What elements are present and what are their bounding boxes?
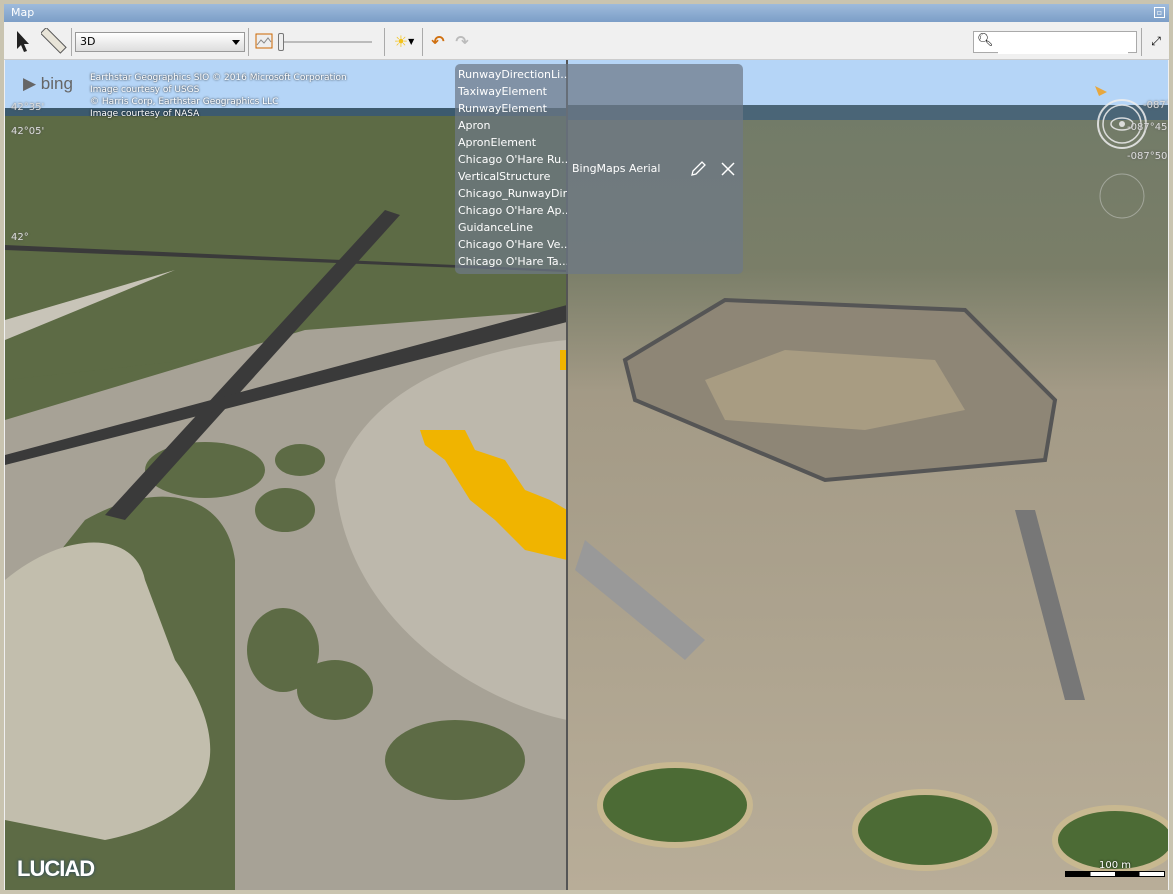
layer-panel: RunwayDirectionLi... TaxiwayElement Runw… [455,64,743,274]
layer-item[interactable]: Chicago O'Hare Ta... [455,253,567,270]
lighting-button[interactable]: ☀ ▼ [390,28,418,54]
luciad-logo: LUCIAD [17,856,95,881]
sun-icon: ☀ [393,31,409,51]
lat-label: 42°35' [11,102,45,113]
view-mode-value: 3D [80,35,96,48]
layer-item[interactable]: Chicago O'Hare Ve... [455,236,567,253]
layer-item[interactable]: Chicago_RunwayDir... [455,185,567,202]
layer-item[interactable]: Apron [455,117,567,134]
undo-button[interactable]: ↶ [428,28,448,54]
lon-label: -087°50' [1127,151,1168,162]
lat-label: 42° [11,232,29,243]
chevron-down-icon: ▼ [408,36,415,46]
expand-icon: ⤢ [1151,33,1161,48]
redo-button[interactable]: ↷ [452,28,472,54]
elevation-slider-thumb[interactable] [278,33,284,51]
map-window: Map ▫ 3D ☀ ▼ ↶ ↷ 🔍︎ ⤢ ▶ bing Earthstar G… [0,0,1173,894]
layer-item[interactable]: Chicago O'Hare Ru... [455,151,567,168]
search-field[interactable]: 🔍︎ [973,31,1137,54]
search-input[interactable] [998,34,1128,54]
close-icon[interactable] [719,160,737,178]
search-icon: 🔍︎ [977,33,994,48]
scale-bar-graphic [1065,871,1165,877]
title-bar: Map ▫ [4,4,1169,22]
chevron-down-icon [232,40,240,45]
terrain-exaggeration-icon [255,33,273,49]
elevation-slider-track[interactable] [282,41,372,43]
layer-item[interactable]: GuidanceLine [455,219,567,236]
layer-item[interactable]: ApronElement [455,134,567,151]
measure-tool-button[interactable] [40,28,68,54]
pencil-icon[interactable] [689,160,707,178]
map-view[interactable]: ▶ bing Earthstar Geographics SIO © 2016 … [5,60,1168,890]
arrow-icon [17,31,29,52]
active-layer-label: BingMaps Aerial [572,162,661,175]
layer-item[interactable]: RunwayDirectionLi... [455,66,567,83]
scale-bar: 100 m [1065,860,1165,877]
fullscreen-button[interactable]: ⤢ [1146,28,1166,54]
redo-icon: ↷ [455,31,469,51]
ruler-icon [41,28,67,54]
select-tool-button[interactable] [12,28,34,54]
lat-label: 42°05' [11,126,45,137]
undo-icon: ↶ [431,31,445,51]
scale-label: 100 m [1098,860,1131,871]
lon-label: -087° [1143,100,1168,111]
elevation-button[interactable] [254,28,274,54]
layer-item[interactable]: RunwayElement [455,100,567,117]
layer-item[interactable]: TaxiwayElement [455,83,567,100]
toolbar: 3D ☀ ▼ ↶ ↷ 🔍︎ ⤢ [4,22,1169,60]
bing-logo: ▶ bing [23,74,73,93]
attribution: Earthstar Geographics SIO © 2016 Microso… [90,73,347,119]
layer-item[interactable]: VerticalStructure [455,168,567,185]
view-mode-dropdown[interactable]: 3D [75,32,245,52]
maximize-button[interactable]: ▫ [1154,7,1165,18]
layer-item[interactable]: Chicago O'Hare Ap... [455,202,567,219]
window-title: Map [11,6,35,19]
lon-label: -087°45' [1127,122,1168,133]
layer-list: RunwayDirectionLi... TaxiwayElement Runw… [455,66,567,270]
